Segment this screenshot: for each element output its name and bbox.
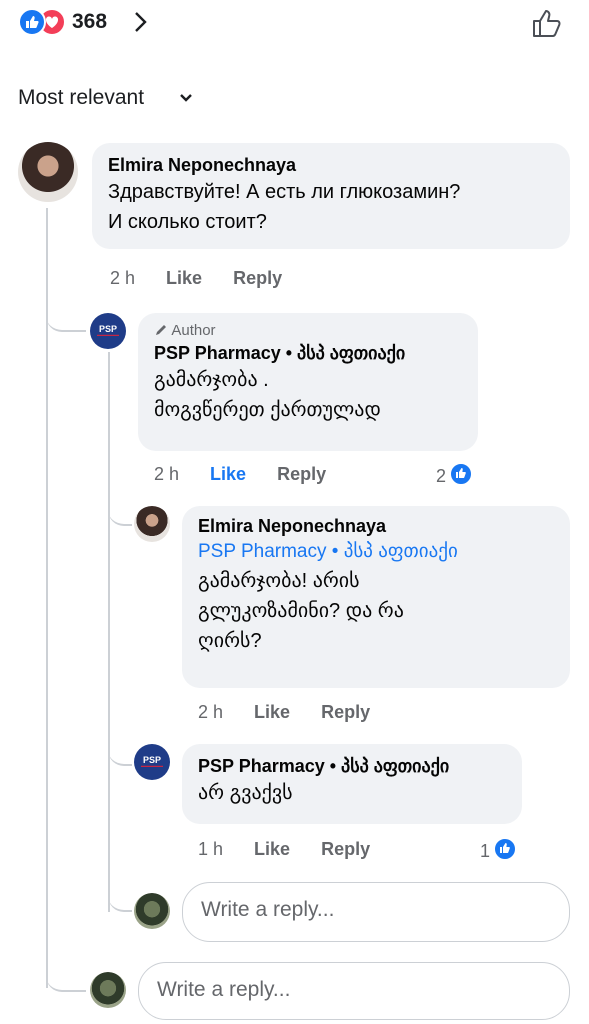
pencil-icon xyxy=(156,325,166,335)
comment-text-line: Здравствуйте! А есть ли глюкозамин? xyxy=(108,181,461,203)
author-badge: Author xyxy=(154,321,462,341)
comment-actions: 2 h Like Reply xyxy=(110,266,282,290)
reaction-count: 1 xyxy=(480,841,491,861)
comment-text-line: И сколько стоит? xyxy=(108,211,267,233)
thread-connector xyxy=(108,730,132,766)
comment-author[interactable]: Elmira Neponechnaya xyxy=(198,514,554,538)
reply-button[interactable]: Reply xyxy=(321,837,370,861)
comment-text-line: გლუკოზამინი? და რა xyxy=(198,600,404,622)
reply-button[interactable]: Reply xyxy=(277,462,326,486)
comment-author[interactable]: PSP Pharmacy • პსპ აფთიაქი xyxy=(198,754,506,778)
reaction-summary[interactable]: 1 xyxy=(480,837,518,863)
avatar[interactable]: PSP xyxy=(90,313,126,349)
like-reaction-icon xyxy=(449,462,474,486)
thread-line xyxy=(46,208,48,988)
like-reaction-icon[interactable] xyxy=(18,8,46,36)
comment-actions: 1 h Like Reply xyxy=(198,837,370,861)
like-button[interactable]: Like xyxy=(254,700,290,724)
comment-timestamp[interactable]: 2 h xyxy=(110,266,135,290)
sort-dropdown-label[interactable]: Most relevant xyxy=(18,84,144,112)
comment-actions: 2 h Like Reply xyxy=(198,700,370,724)
reply-input[interactable]: Write a reply... xyxy=(182,882,570,942)
chevron-right-icon[interactable] xyxy=(130,8,150,36)
comment-text-line: გამარჯობა . xyxy=(154,369,269,391)
thread-line-nested xyxy=(108,352,110,912)
avatar[interactable] xyxy=(134,893,170,929)
comment-timestamp[interactable]: 1 h xyxy=(198,837,223,861)
comment-text-line: მოგვწერეთ ქართულად xyxy=(154,399,381,421)
reply-button[interactable]: Reply xyxy=(233,266,282,290)
like-button[interactable]: Like xyxy=(210,462,246,486)
reaction-count: 2 xyxy=(436,466,447,486)
chevron-down-icon[interactable] xyxy=(178,90,194,106)
thread-connector xyxy=(46,296,86,332)
like-button[interactable]: Like xyxy=(254,837,290,861)
comment-bubble: PSP Pharmacy • პსპ აფთიაქი არ გვაქვს xyxy=(182,744,522,824)
like-reaction-icon xyxy=(493,837,518,861)
comment-bubble: Author PSP Pharmacy • პსპ აფთიაქი გამარჯ… xyxy=(138,313,478,451)
thread-connector xyxy=(108,880,132,912)
thread-connector xyxy=(108,490,132,526)
avatar[interactable] xyxy=(134,506,170,542)
avatar[interactable]: PSP xyxy=(134,744,170,780)
reply-input[interactable]: Write a reply... xyxy=(138,962,570,1020)
comment-bubble: Elmira Neponechnaya PSP Pharmacy • პსპ ა… xyxy=(182,506,570,688)
avatar[interactable] xyxy=(18,142,78,202)
mentioned-user-link[interactable]: PSP Pharmacy • პსპ აფთიაქი xyxy=(198,538,554,566)
reaction-count[interactable]: 368 xyxy=(72,8,107,36)
like-button[interactable]: Like xyxy=(166,266,202,290)
comment-text-line: არ გვაქვს xyxy=(198,782,293,804)
avatar[interactable] xyxy=(90,972,126,1008)
comment-timestamp[interactable]: 2 h xyxy=(154,462,179,486)
thumbs-up-icon[interactable] xyxy=(530,6,564,40)
comment-text-line: გამარჯობა! არის xyxy=(198,570,360,592)
thread-connector xyxy=(46,960,86,992)
reply-button[interactable]: Reply xyxy=(321,700,370,724)
comment-author[interactable]: PSP Pharmacy • პსპ აფთიაქი xyxy=(154,341,462,365)
reaction-summary[interactable]: 2 xyxy=(436,462,474,488)
comment-actions: 2 h Like Reply xyxy=(154,462,326,486)
comment-text-line: ღირს? xyxy=(198,630,262,652)
comment-author[interactable]: Elmira Neponechnaya xyxy=(108,153,554,177)
comment-timestamp[interactable]: 2 h xyxy=(198,700,223,724)
comment-bubble: Elmira Neponechnaya Здравствуйте! А есть… xyxy=(92,143,570,249)
